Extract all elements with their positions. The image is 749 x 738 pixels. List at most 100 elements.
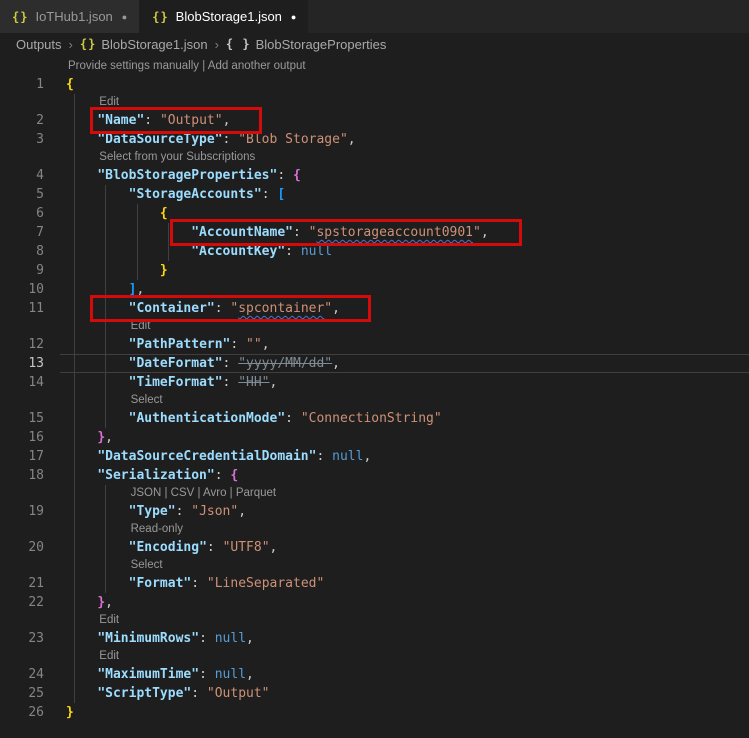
indent-guide <box>105 521 107 538</box>
line-number: 17 <box>28 449 44 464</box>
codelens-row: Edit <box>0 94 749 111</box>
tab-iothub1-json[interactable]: {} IoTHub1.json ● <box>0 0 141 33</box>
line-number: 4 <box>36 168 44 183</box>
code-line-3[interactable]: 3 "DataSourceType": "Blob Storage", <box>0 130 749 149</box>
line-number: 10 <box>28 282 44 297</box>
dirty-indicator-dot[interactable]: ● <box>291 12 296 22</box>
code-text: "DataSourceType": "Blob Storage", <box>97 132 356 147</box>
code-line-17[interactable]: 17 "DataSourceCredentialDomain": null, <box>0 447 749 466</box>
code-text: { <box>159 206 168 221</box>
code-line-6[interactable]: 6 { <box>0 204 749 223</box>
codelens-row: Select <box>0 557 749 574</box>
code-text: { <box>66 77 74 92</box>
codelens-link[interactable]: Read-only <box>131 521 183 538</box>
breadcrumb-label: BlobStorageProperties <box>255 36 387 52</box>
code-line-22[interactable]: 22 }, <box>0 593 749 612</box>
indent-guide <box>74 149 75 166</box>
code-text: "Serialization": { <box>97 468 239 483</box>
code-text: "Container": "spcontainer", <box>128 301 340 316</box>
line-number: 16 <box>28 430 44 445</box>
codelens-link[interactable]: Select <box>131 557 163 574</box>
code-line-7[interactable]: 7 "AccountName": "spstorageaccount0901", <box>0 219 749 246</box>
json-file-icon: {} <box>152 9 169 24</box>
breadcrumb-item-blobstorageproperties[interactable]: { } BlobStorageProperties <box>226 37 387 52</box>
spellcheck-squiggle-token: spcontainer <box>238 301 325 316</box>
code-line-1[interactable]: 1{ <box>0 75 749 94</box>
code-line-12[interactable]: 12 "PathPattern": "", <box>0 335 749 354</box>
code-line-2[interactable]: 2 "Name": "Output", <box>0 107 749 134</box>
code-text: "MaximumTime": null, <box>97 667 254 682</box>
codelens-row: Select <box>0 392 749 409</box>
codelens-link[interactable]: Select from your Subscriptions <box>99 149 255 166</box>
code-line-4[interactable]: 4 "BlobStorageProperties": { <box>0 166 749 185</box>
code-line-11[interactable]: 11 "Container": "spcontainer", <box>0 295 749 322</box>
line-number: 6 <box>36 206 44 221</box>
line-number: 22 <box>28 595 44 610</box>
object-symbol-icon: { } <box>225 37 251 51</box>
indent-guide <box>74 94 75 111</box>
code-line-26[interactable]: 26} <box>0 703 749 722</box>
dirty-indicator-dot[interactable]: ● <box>122 12 127 22</box>
code-text: }, <box>97 595 113 610</box>
codelens-link[interactable]: Edit <box>99 612 119 629</box>
line-number: 24 <box>28 667 44 682</box>
code-line-5[interactable]: 5 "StorageAccounts": [ <box>0 185 749 204</box>
codelens-link[interactable]: Select <box>131 392 163 409</box>
json-file-icon: {} <box>79 37 97 51</box>
code-line-10[interactable]: 10 ], <box>0 280 749 299</box>
code-line-21[interactable]: 21 "Format": "LineSeparated" <box>0 574 749 593</box>
code-line-8[interactable]: 8 "AccountKey": null <box>0 242 749 261</box>
line-number: 18 <box>28 468 44 483</box>
line-number: 1 <box>36 77 44 92</box>
line-number: 9 <box>36 263 44 278</box>
line-number: 21 <box>28 576 44 591</box>
line-number: 2 <box>36 113 44 128</box>
breadcrumb-item-blobstorage1.json[interactable]: {} BlobStorage1.json <box>80 37 208 52</box>
codelens-link[interactable]: Edit <box>99 94 119 111</box>
line-number: 15 <box>28 411 44 426</box>
code-line-18[interactable]: 18 "Serialization": { <box>0 466 749 485</box>
code-text: "TimeFormat": "HH", <box>128 375 278 390</box>
indent-guide <box>74 392 75 409</box>
line-number: 3 <box>36 132 44 147</box>
editor: Provide settings manually | Add another … <box>0 55 749 738</box>
indent-guide <box>105 557 107 574</box>
tab-blobstorage1-json[interactable]: {} BlobStorage1.json ● <box>140 0 309 33</box>
code-line-14[interactable]: 14 "TimeFormat": "HH", <box>0 373 749 392</box>
code-line-25[interactable]: 25 "ScriptType": "Output" <box>0 684 749 703</box>
code-text: "AccountKey": null <box>191 244 333 259</box>
indent-guide <box>74 648 75 665</box>
code-text: "PathPattern": "", <box>128 337 270 352</box>
line-number: 5 <box>36 187 44 202</box>
code-text: "Encoding": "UTF8", <box>128 540 278 555</box>
indent-guide <box>74 485 75 502</box>
code-text: "Name": "Output", <box>97 113 231 128</box>
code-line-15[interactable]: 15 "AuthenticationMode": "ConnectionStri… <box>0 409 749 428</box>
line-number: 11 <box>28 301 44 316</box>
tab-label: IoTHub1.json <box>35 9 113 24</box>
line-number: 12 <box>28 337 44 352</box>
indent-guide <box>105 485 107 502</box>
code-line-20[interactable]: 20 "Encoding": "UTF8", <box>0 538 749 557</box>
code-line-24[interactable]: 24 "MaximumTime": null, <box>0 665 749 684</box>
breadcrumb-item-outputs[interactable]: Outputs <box>16 37 62 52</box>
code-line-9[interactable]: 9 } <box>0 261 749 280</box>
spellcheck-squiggle-token: spstorageaccount0901 <box>316 225 474 240</box>
code-line-16[interactable]: 16 }, <box>0 428 749 447</box>
code-text: "ScriptType": "Output" <box>97 686 270 701</box>
code-text: "Format": "LineSeparated" <box>128 576 325 591</box>
code-text: } <box>66 705 74 720</box>
breadcrumb-separator: › <box>214 36 219 52</box>
code-text: "AuthenticationMode": "ConnectionString" <box>128 411 442 426</box>
indent-guide <box>74 521 75 538</box>
code-line-19[interactable]: 19 "Type": "Json", <box>0 502 749 521</box>
code-text: "DataSourceCredentialDomain": null, <box>97 449 372 464</box>
code-line-13[interactable]: 13 "DateFormat": "yyyy/MM/dd", <box>0 354 749 373</box>
codelens-link[interactable]: JSON | CSV | Avro | Parquet <box>131 485 277 502</box>
line-number: 19 <box>28 504 44 519</box>
code-text: "StorageAccounts": [ <box>128 187 286 202</box>
code-line-23[interactable]: 23 "MinimumRows": null, <box>0 629 749 648</box>
codelens-link[interactable]: Edit <box>131 318 151 335</box>
codelens-link[interactable]: Edit <box>99 648 119 665</box>
codelens-link[interactable]: Provide settings manually | Add another … <box>68 58 306 75</box>
